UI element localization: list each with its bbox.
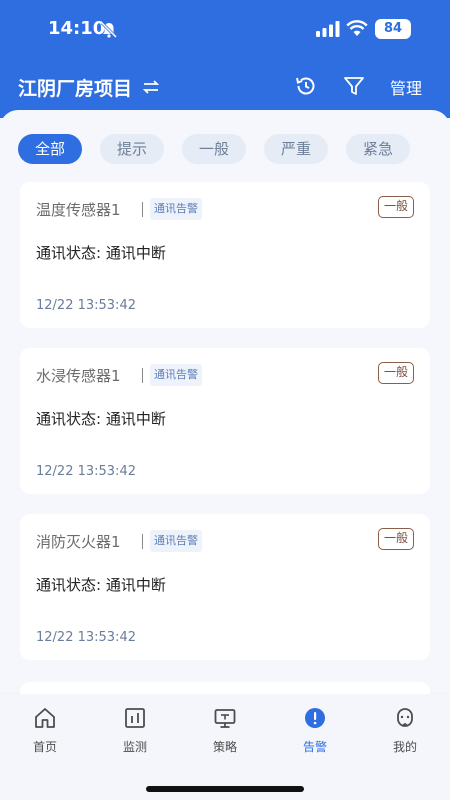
level-filter-tabs: 全部 提示 一般 严重 紧急 bbox=[18, 134, 438, 164]
nav-profile[interactable]: 我的 bbox=[360, 706, 450, 755]
nav-home[interactable]: 首页 bbox=[0, 706, 90, 755]
nav-label: 策略 bbox=[212, 740, 237, 754]
alarm-time: 12/22 13:53:42 bbox=[36, 298, 136, 313]
alarm-level-badge: 一般 bbox=[378, 196, 414, 218]
alarm-status: 通讯状态: 通讯中断 bbox=[36, 576, 166, 594]
manage-button[interactable]: 管理 bbox=[390, 75, 422, 99]
strategy-icon bbox=[214, 709, 236, 728]
alarm-type-tag: 通讯告警 bbox=[150, 198, 202, 220]
profile-icon bbox=[397, 708, 413, 727]
history-icon[interactable] bbox=[294, 74, 318, 98]
alarm-card[interactable]: 温度传感器1 通讯告警 一般 通讯状态: 通讯中断 12/22 13:53:42 bbox=[20, 182, 430, 328]
alarm-card[interactable]: 水浸传感器1 通讯告警 一般 通讯状态: 通讯中断 12/22 13:53:42 bbox=[20, 348, 430, 494]
status-time: 14:10 bbox=[48, 18, 106, 39]
wifi-icon bbox=[346, 20, 368, 36]
tab-all[interactable]: 全部 bbox=[18, 134, 82, 164]
nav-label: 首页 bbox=[32, 740, 57, 754]
nav-alarm[interactable]: 告警 bbox=[270, 706, 360, 755]
tab-hint[interactable]: 提示 bbox=[100, 134, 164, 164]
status-bar: 14:10 84 bbox=[0, 0, 450, 58]
alarm-level-badge: 一般 bbox=[378, 362, 414, 384]
alarm-level-badge: 一般 bbox=[378, 528, 414, 550]
app-header: 14:10 84 江阴厂房项目 管理 bbox=[0, 0, 450, 118]
alarm-status: 通讯状态: 通讯中断 bbox=[36, 410, 166, 428]
project-title[interactable]: 江阴厂房项目 bbox=[18, 74, 132, 101]
alarm-type-tag: 通讯告警 bbox=[150, 530, 202, 552]
device-name: 水浸传感器1 bbox=[36, 367, 121, 385]
filter-icon[interactable] bbox=[342, 74, 366, 98]
separator bbox=[142, 534, 143, 549]
mute-bell-icon bbox=[100, 21, 118, 39]
alarm-time: 12/22 13:53:42 bbox=[36, 464, 136, 479]
nav-strategy[interactable]: 策略 bbox=[180, 706, 270, 755]
switch-project-icon[interactable] bbox=[142, 78, 160, 96]
nav-label: 监测 bbox=[122, 740, 147, 754]
bottom-navigation: 首页 监测 策略 告警 我的 bbox=[0, 694, 450, 800]
tab-normal[interactable]: 一般 bbox=[182, 134, 246, 164]
separator bbox=[142, 202, 143, 217]
alarm-status: 通讯状态: 通讯中断 bbox=[36, 244, 166, 262]
home-icon bbox=[35, 708, 55, 728]
tab-serious[interactable]: 严重 bbox=[264, 134, 328, 164]
alarm-type-tag: 通讯告警 bbox=[150, 364, 202, 386]
device-name: 温度传感器1 bbox=[36, 201, 121, 219]
cellular-signal-icon bbox=[316, 21, 340, 37]
alarm-card[interactable]: 消防灭火器1 通讯告警 一般 通讯状态: 通讯中断 12/22 13:53:42 bbox=[20, 514, 430, 660]
separator bbox=[142, 368, 143, 383]
device-name: 消防灭火器1 bbox=[36, 533, 121, 551]
nav-label: 我的 bbox=[392, 740, 417, 754]
alarm-icon bbox=[305, 708, 325, 728]
battery-indicator: 84 bbox=[375, 19, 411, 39]
nav-monitor[interactable]: 监测 bbox=[90, 706, 180, 755]
alarm-time: 12/22 13:53:42 bbox=[36, 630, 136, 645]
tab-urgent[interactable]: 紧急 bbox=[346, 134, 410, 164]
home-indicator bbox=[146, 786, 304, 792]
monitor-icon bbox=[125, 708, 145, 728]
nav-label: 告警 bbox=[302, 740, 327, 754]
